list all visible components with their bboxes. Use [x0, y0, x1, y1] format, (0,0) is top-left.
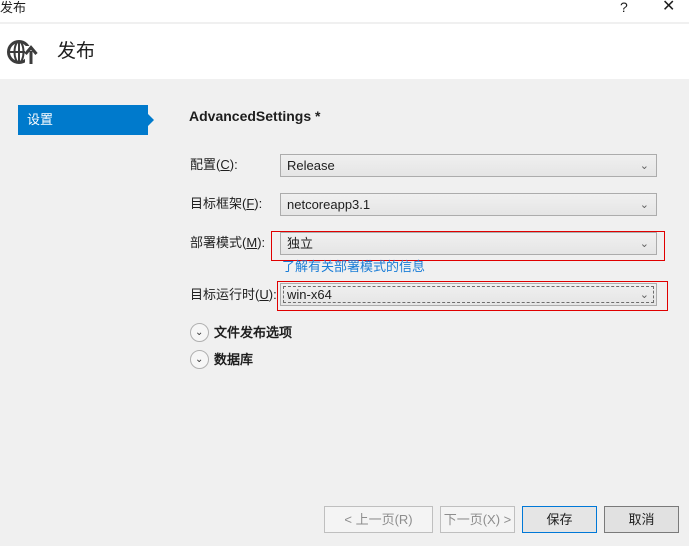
- file-publish-options-expander[interactable]: ⌄ 文件发布选项: [190, 323, 320, 343]
- label-text: 目标运行时(: [190, 287, 260, 302]
- label-suffix: ):: [268, 287, 277, 302]
- deployment-mode-value: 独立: [287, 236, 314, 251]
- chevron-down-icon: ⌄: [190, 323, 209, 342]
- label-text: 目标框架(: [190, 196, 247, 211]
- chevron-down-icon: ⌄: [639, 289, 649, 301]
- selected-arrow-indicator: [148, 114, 154, 126]
- expander-label: 数据库: [214, 352, 254, 367]
- chevron-down-icon: ⌄: [190, 350, 209, 369]
- title-bar: 发布 ? ✕: [0, 0, 689, 22]
- deployment-mode-select[interactable]: 独立 ⌄: [280, 232, 657, 255]
- target-runtime-value: win-x64: [287, 287, 332, 302]
- database-expander[interactable]: ⌄ 数据库: [190, 350, 280, 370]
- page-title: 发布: [57, 41, 96, 62]
- deployment-mode-label: 部署模式(M):: [190, 235, 265, 251]
- header: 发布: [0, 24, 689, 79]
- accelerator-key: U: [259, 287, 269, 302]
- target-framework-value: netcoreapp3.1: [287, 197, 371, 212]
- accelerator-key: C: [220, 157, 230, 172]
- section-title: AdvancedSettings *: [189, 108, 321, 124]
- sidebar-item-label: 设置: [27, 112, 54, 127]
- label-suffix: ):: [254, 196, 263, 211]
- label-text: 部署模式(: [190, 235, 247, 250]
- configuration-value: Release: [287, 158, 335, 173]
- chevron-glyph: ⌄: [195, 354, 204, 365]
- chevron-down-icon: ⌄: [639, 199, 649, 211]
- sidebar-item-settings[interactable]: 设置: [18, 105, 154, 135]
- label-text: 配置(: [190, 157, 221, 172]
- save-button[interactable]: 保存: [522, 506, 597, 533]
- target-runtime-select[interactable]: win-x64 ⌄: [280, 283, 657, 306]
- chevron-down-icon: ⌄: [639, 160, 649, 172]
- accelerator-key: M: [246, 235, 258, 250]
- window-title: 发布: [0, 0, 27, 15]
- target-runtime-label: 目标运行时(U):: [190, 287, 277, 303]
- cancel-button[interactable]: 取消: [604, 506, 679, 533]
- target-framework-label: 目标框架(F):: [190, 196, 262, 212]
- label-suffix: ):: [229, 157, 238, 172]
- configuration-label: 配置(C):: [190, 157, 238, 173]
- chevron-glyph: ⌄: [195, 327, 204, 338]
- chevron-down-icon: ⌄: [639, 238, 649, 250]
- previous-button[interactable]: < 上一页(R): [324, 506, 433, 533]
- focus-ring: [283, 286, 654, 303]
- close-button[interactable]: ✕: [662, 0, 675, 16]
- help-button[interactable]: ?: [620, 0, 628, 15]
- expander-label: 文件发布选项: [214, 325, 293, 340]
- deployment-mode-info-link[interactable]: 了解有关部署模式的信息: [282, 259, 425, 275]
- next-button[interactable]: 下一页(X) >: [440, 506, 515, 533]
- label-suffix: ):: [257, 235, 266, 250]
- target-framework-select[interactable]: netcoreapp3.1 ⌄: [280, 193, 657, 216]
- configuration-select[interactable]: Release ⌄: [280, 154, 657, 177]
- globe-publish-icon: [7, 40, 38, 64]
